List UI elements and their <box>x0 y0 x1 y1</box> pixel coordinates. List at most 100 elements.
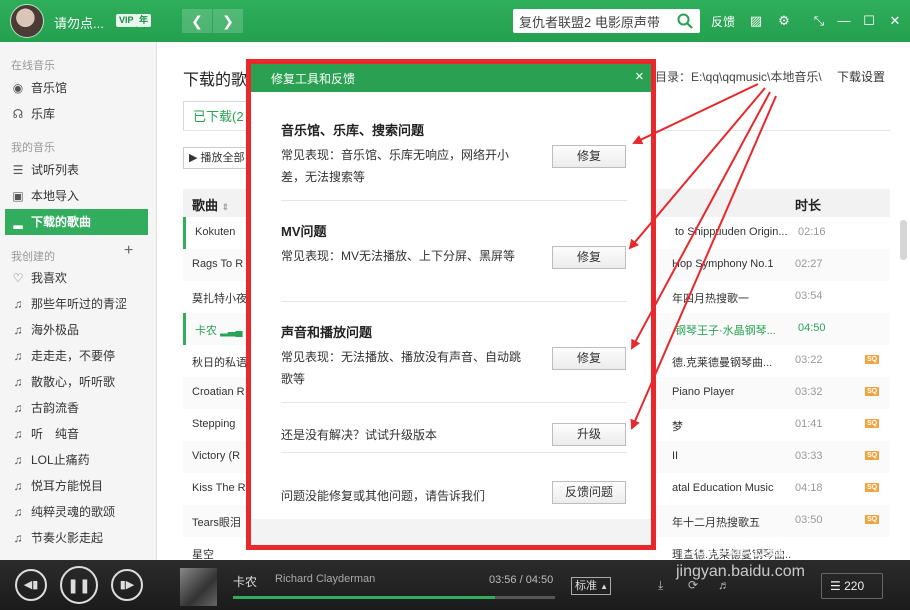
column-header-duration[interactable]: 时长 <box>795 195 821 214</box>
note-icon: ♫ <box>13 349 23 363</box>
issue-title: MV问题 <box>281 224 327 239</box>
sidebar-item-playlist[interactable]: ♫ 听 纯音 <box>0 421 156 447</box>
minimize-icon[interactable]: — <box>835 12 853 30</box>
sidebar-item-library[interactable]: ☊ 乐库 <box>0 101 156 127</box>
section-my-music: 我的音乐 <box>11 142 55 154</box>
sq-badge: SQ <box>865 419 879 428</box>
sidebar-item-playlist[interactable]: ♫ 节奏火影走起 <box>0 525 156 551</box>
sidebar-item-music-hall[interactable]: ◉ 音乐馆 <box>0 75 156 101</box>
mini-mode-icon[interactable]: ⤡ <box>810 12 828 30</box>
repair-button[interactable]: 修复 <box>552 347 626 370</box>
song-duration: 02:27 <box>795 258 823 270</box>
headphones-icon: ☊ <box>12 107 24 121</box>
repair-dialog: 修复工具和反馈 × 音乐馆、乐库、搜索问题 常见表现：音乐馆、乐库无响应，网络开… <box>251 64 651 545</box>
username[interactable]: 请勿点... <box>54 13 104 32</box>
song-duration: 03:50 <box>795 514 823 526</box>
sidebar-item-label: 那些年听过的青涩 <box>31 297 128 311</box>
sidebar-item-label: 试听列表 <box>31 163 80 177</box>
shirt-icon[interactable]: ▨ <box>747 12 765 30</box>
next-button[interactable]: ▮▶ <box>111 569 143 601</box>
song-album: Hop Symphony No.1 <box>672 258 774 270</box>
sidebar-item-playlist[interactable]: ♫ 纯粹灵魂的歌颂 <box>0 499 156 525</box>
repair-button[interactable]: 修复 <box>552 145 626 168</box>
playlist-icon: ☰ <box>830 579 841 593</box>
dialog-footer <box>251 519 651 545</box>
album-cover[interactable] <box>180 568 217 606</box>
sidebar-item-trial-list[interactable]: ☰ 试听列表 <box>0 157 156 183</box>
progress-fill <box>233 596 496 599</box>
column-header-song[interactable]: 歌曲 ⇕ <box>192 195 229 214</box>
back-button[interactable]: ❮ <box>182 9 212 33</box>
download-icon[interactable]: ⤓ <box>658 578 663 593</box>
sidebar-item-playlist[interactable]: ♫ 海外极品 <box>0 317 156 343</box>
song-duration: 03:54 <box>795 290 823 302</box>
sidebar-item-label: LOL止痛药 <box>31 453 90 467</box>
chevron-left-icon: ❮ <box>191 13 203 29</box>
feedback-button[interactable]: 反馈问题 <box>552 481 626 504</box>
upgrade-button[interactable]: 升级 <box>552 423 626 446</box>
add-playlist-icon[interactable]: + <box>124 242 133 260</box>
sidebar-item-label: 我喜欢 <box>31 271 68 285</box>
pause-button[interactable]: ❚❚ <box>60 566 98 604</box>
song-album: 年四月热搜歌一 <box>672 293 749 305</box>
progress-bar[interactable] <box>233 596 555 599</box>
gear-icon[interactable]: ⚙ <box>775 12 793 30</box>
dialog-header: 修复工具和反馈 × <box>251 64 651 92</box>
avatar[interactable] <box>10 4 44 38</box>
now-playing-title[interactable]: 卡农 <box>233 573 257 590</box>
song-duration: 03:22 <box>795 354 823 366</box>
quality-label: 标准 <box>575 580 597 592</box>
sidebar-item-playlist[interactable]: ♫ LOL止痛药 <box>0 447 156 473</box>
sidebar-item-downloaded[interactable]: ▂ 下载的歌曲 <box>5 209 148 235</box>
issue-title: 音乐馆、乐库、搜索问题 <box>281 123 425 138</box>
song-album: 钢琴王子·水晶钢琴... <box>675 325 776 337</box>
song-duration: 02:16 <box>798 226 826 238</box>
download-directory[interactable]: 目录：E:\qq\qqmusic\本地音乐\ <box>655 68 822 85</box>
sq-badge: SQ <box>865 451 879 460</box>
sort-icon[interactable]: ⇕ <box>222 202 230 212</box>
divider <box>281 200 627 201</box>
sq-badge: SQ <box>865 355 879 364</box>
sidebar: 在线音乐 ◉ 音乐馆 ☊ 乐库 我的音乐 ☰ 试听列表 ▣ 本地导入 ▂ 下载的歌曲 我创… <box>0 42 157 560</box>
sq-badge: SQ <box>865 515 879 524</box>
playing-bars-icon: ▂▃▄ <box>220 326 243 337</box>
note-icon: ♫ <box>13 375 23 389</box>
year-badge[interactable]: 年 <box>136 14 152 27</box>
watermark-logo: Baidu经验 <box>680 535 786 560</box>
search-icon[interactable] <box>676 12 694 30</box>
quality-select[interactable]: 标准 ▲ <box>571 577 611 595</box>
sidebar-item-playlist[interactable]: ♫ 那些年听过的青涩 <box>0 291 156 317</box>
maximize-icon[interactable]: ☐ <box>860 12 878 30</box>
monitor-icon: ▣ <box>12 189 24 203</box>
sidebar-item-playlist[interactable]: ♫ 走走走，不要停 <box>0 343 156 369</box>
previous-button[interactable]: ◀▮ <box>15 569 47 601</box>
close-icon[interactable]: ✕ <box>886 12 904 30</box>
download-settings-link[interactable]: 下载设置 <box>837 68 885 85</box>
chevron-right-icon: ❯ <box>222 13 234 29</box>
previous-icon: ◀▮ <box>23 579 39 591</box>
music-hall-icon: ◉ <box>12 81 24 95</box>
song-title-label: 卡农 <box>195 325 217 337</box>
search-input[interactable] <box>519 11 674 31</box>
close-icon[interactable]: × <box>635 68 644 86</box>
sidebar-item-playlist[interactable]: ♫ 悦耳方能悦目 <box>0 473 156 499</box>
vip-badge[interactable]: VIP <box>116 14 137 27</box>
song-duration: 04:18 <box>795 482 823 494</box>
note-icon: ♫ <box>13 453 23 467</box>
divider <box>281 301 627 302</box>
repair-button[interactable]: 修复 <box>552 246 626 269</box>
sidebar-item-local-import[interactable]: ▣ 本地导入 <box>0 183 156 209</box>
sidebar-item-favorites[interactable]: ♡ 我喜欢 <box>0 265 156 291</box>
sidebar-item-playlist[interactable]: ♫ 散散心，听听歌 <box>0 369 156 395</box>
sidebar-item-label: 节奏火影走起 <box>31 531 104 545</box>
feedback-link[interactable]: 反馈 <box>711 13 735 30</box>
sidebar-item-playlist[interactable]: ♫ 古韵流香 <box>0 395 156 421</box>
playlist-button[interactable]: ☰ 220 <box>821 573 883 599</box>
caret-up-icon: ▲ <box>600 582 608 591</box>
sq-badge: SQ <box>865 387 879 396</box>
play-all-label: 播放全部 <box>200 152 245 164</box>
song-duration: 01:41 <box>795 418 823 430</box>
forward-button[interactable]: ❯ <box>213 9 243 33</box>
now-playing-artist[interactable]: Richard Clayderman <box>275 573 375 585</box>
scrollbar[interactable] <box>900 220 907 260</box>
